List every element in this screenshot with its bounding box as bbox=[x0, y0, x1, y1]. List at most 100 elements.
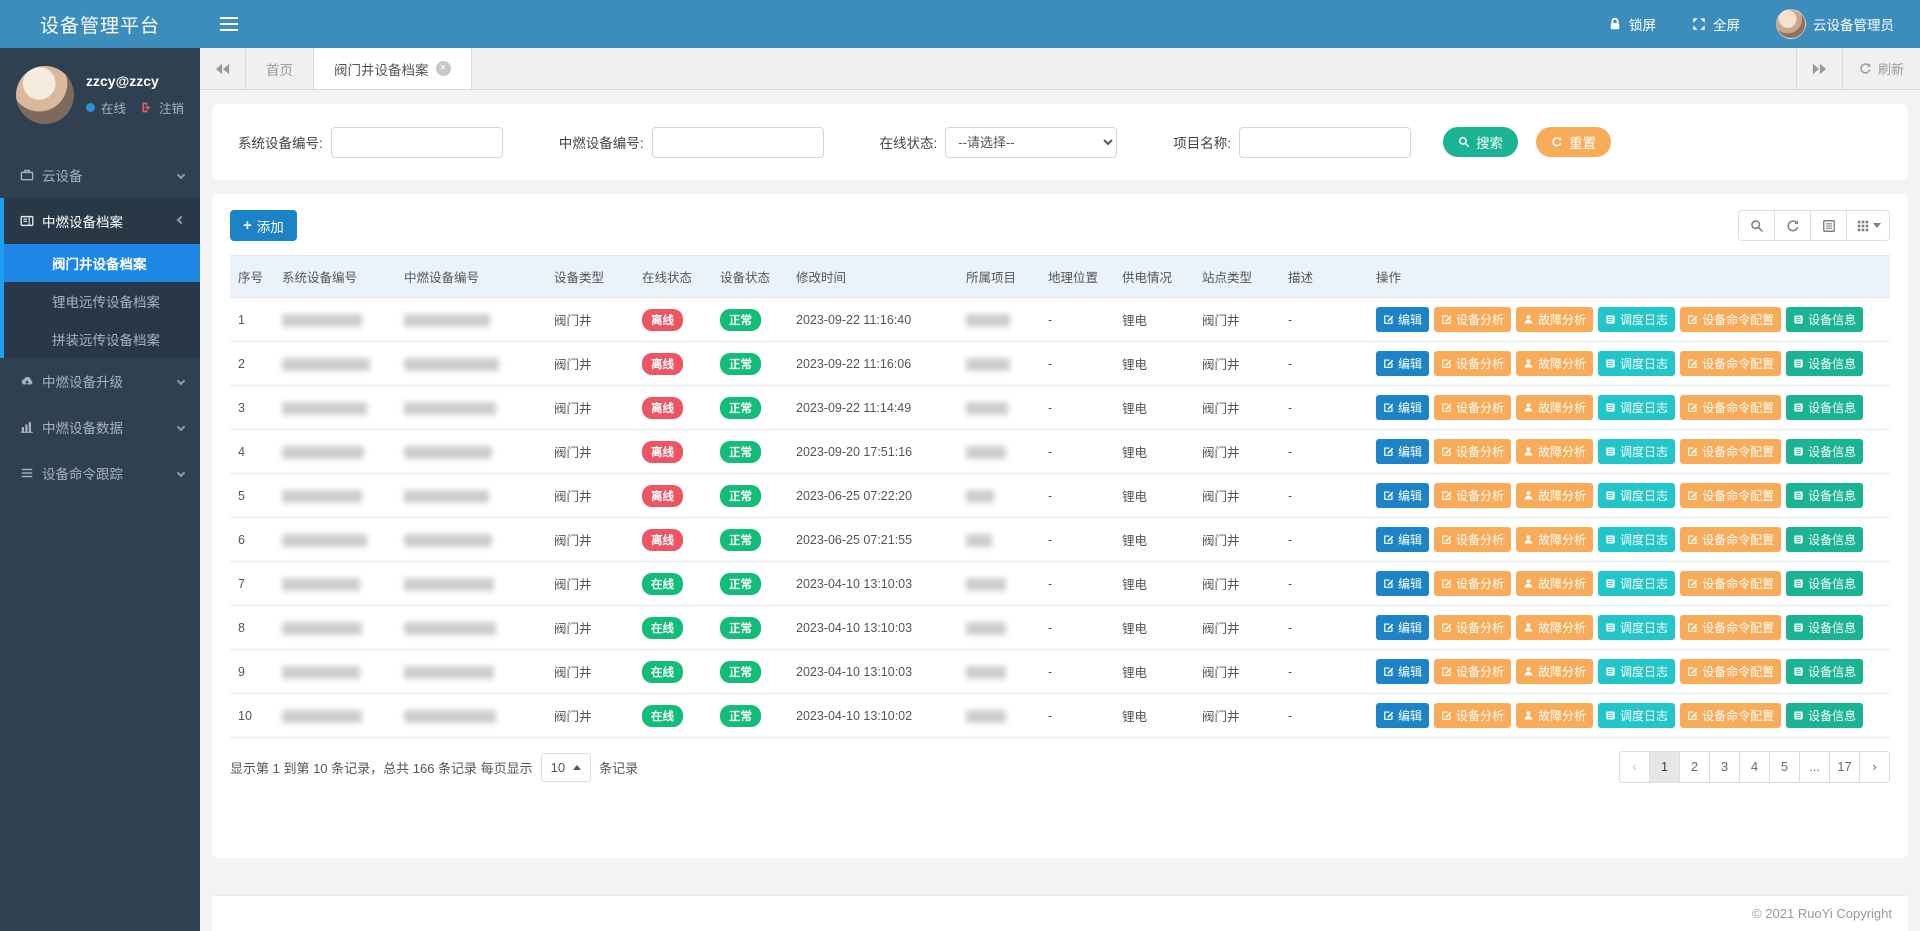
故障分析-button[interactable]: 故障分析 bbox=[1516, 703, 1593, 728]
设备信息-button[interactable]: 设备信息 bbox=[1786, 571, 1863, 596]
设备分析-button[interactable]: 设备分析 bbox=[1434, 439, 1511, 464]
sidebar-item-command-tracking[interactable]: 设备命令跟踪 bbox=[0, 450, 200, 496]
设备命令配置-button[interactable]: 设备命令配置 bbox=[1680, 615, 1781, 640]
设备分析-button[interactable]: 设备分析 bbox=[1434, 307, 1511, 332]
编辑-button[interactable]: 编辑 bbox=[1376, 351, 1429, 376]
故障分析-button[interactable]: 故障分析 bbox=[1516, 483, 1593, 508]
search-button[interactable]: 搜索 bbox=[1443, 127, 1518, 157]
设备信息-button[interactable]: 设备信息 bbox=[1786, 395, 1863, 420]
project-name-input[interactable] bbox=[1239, 127, 1411, 158]
故障分析-button[interactable]: 故障分析 bbox=[1516, 527, 1593, 552]
next-page-button[interactable]: › bbox=[1859, 751, 1890, 783]
设备命令配置-button[interactable]: 设备命令配置 bbox=[1680, 703, 1781, 728]
调度日志-button[interactable]: 调度日志 bbox=[1598, 703, 1675, 728]
设备分析-button[interactable]: 设备分析 bbox=[1434, 615, 1511, 640]
prev-page-button[interactable]: ‹ bbox=[1619, 751, 1650, 783]
设备命令配置-button[interactable]: 设备命令配置 bbox=[1680, 395, 1781, 420]
tab-close-icon[interactable]: × bbox=[436, 61, 451, 76]
设备分析-button[interactable]: 设备分析 bbox=[1434, 571, 1511, 596]
sidebar-item-lithium-remote-archive[interactable]: 锂电远传设备档案 bbox=[4, 282, 200, 320]
设备命令配置-button[interactable]: 设备命令配置 bbox=[1680, 571, 1781, 596]
lock-screen-button[interactable]: 锁屏 bbox=[1608, 14, 1656, 34]
zr-device-no-input[interactable] bbox=[652, 127, 824, 158]
设备命令配置-button[interactable]: 设备命令配置 bbox=[1680, 439, 1781, 464]
refresh-tab-button[interactable]: 刷新 bbox=[1842, 48, 1920, 89]
fullscreen-button[interactable]: 全屏 bbox=[1692, 14, 1740, 34]
tabs-backward-button[interactable] bbox=[200, 48, 246, 89]
编辑-button[interactable]: 编辑 bbox=[1376, 659, 1429, 684]
故障分析-button[interactable]: 故障分析 bbox=[1516, 307, 1593, 332]
编辑-button[interactable]: 编辑 bbox=[1376, 307, 1429, 332]
设备命令配置-button[interactable]: 设备命令配置 bbox=[1680, 483, 1781, 508]
logout-link[interactable]: 注销 bbox=[159, 98, 184, 117]
设备信息-button[interactable]: 设备信息 bbox=[1786, 703, 1863, 728]
show-search-button[interactable] bbox=[1738, 210, 1775, 241]
设备信息-button[interactable]: 设备信息 bbox=[1786, 527, 1863, 552]
online-state-select[interactable]: --请选择-- bbox=[945, 127, 1117, 158]
add-button[interactable]: + 添加 bbox=[230, 210, 297, 241]
调度日志-button[interactable]: 调度日志 bbox=[1598, 571, 1675, 596]
sidebar-item-assembled-remote-archive[interactable]: 拼装远传设备档案 bbox=[4, 320, 200, 358]
sidebar-item-device-archive[interactable]: 中燃设备档案 bbox=[4, 198, 200, 244]
编辑-button[interactable]: 编辑 bbox=[1376, 483, 1429, 508]
故障分析-button[interactable]: 故障分析 bbox=[1516, 659, 1593, 684]
detail-view-button[interactable] bbox=[1810, 210, 1847, 241]
编辑-button[interactable]: 编辑 bbox=[1376, 395, 1429, 420]
page-button-17[interactable]: 17 bbox=[1829, 751, 1860, 783]
sidebar-item-valve-well-archive[interactable]: 阀门井设备档案 bbox=[4, 244, 200, 282]
reset-button[interactable]: 重置 bbox=[1536, 127, 1611, 157]
tab-home[interactable]: 首页 bbox=[246, 48, 314, 89]
page-button-1[interactable]: 1 bbox=[1649, 751, 1680, 783]
page-button-3[interactable]: 3 bbox=[1709, 751, 1740, 783]
tab-valve-well-archive[interactable]: 阀门井设备档案 × bbox=[314, 48, 472, 89]
设备命令配置-button[interactable]: 设备命令配置 bbox=[1680, 351, 1781, 376]
user-menu[interactable]: 云设备管理员 bbox=[1776, 9, 1894, 39]
page-button-2[interactable]: 2 bbox=[1679, 751, 1710, 783]
page-button-5[interactable]: 5 bbox=[1769, 751, 1800, 783]
columns-button[interactable] bbox=[1846, 210, 1890, 241]
故障分析-button[interactable]: 故障分析 bbox=[1516, 351, 1593, 376]
sidebar-toggle-button[interactable] bbox=[200, 13, 258, 35]
调度日志-button[interactable]: 调度日志 bbox=[1598, 483, 1675, 508]
设备命令配置-button[interactable]: 设备命令配置 bbox=[1680, 307, 1781, 332]
设备信息-button[interactable]: 设备信息 bbox=[1786, 439, 1863, 464]
sidebar-item-device-upgrade[interactable]: 中燃设备升级 bbox=[0, 358, 200, 404]
设备分析-button[interactable]: 设备分析 bbox=[1434, 659, 1511, 684]
调度日志-button[interactable]: 调度日志 bbox=[1598, 307, 1675, 332]
avatar[interactable] bbox=[16, 66, 74, 124]
故障分析-button[interactable]: 故障分析 bbox=[1516, 439, 1593, 464]
调度日志-button[interactable]: 调度日志 bbox=[1598, 659, 1675, 684]
page-button-4[interactable]: 4 bbox=[1739, 751, 1770, 783]
调度日志-button[interactable]: 调度日志 bbox=[1598, 615, 1675, 640]
编辑-button[interactable]: 编辑 bbox=[1376, 439, 1429, 464]
故障分析-button[interactable]: 故障分析 bbox=[1516, 615, 1593, 640]
编辑-button[interactable]: 编辑 bbox=[1376, 615, 1429, 640]
设备分析-button[interactable]: 设备分析 bbox=[1434, 351, 1511, 376]
设备分析-button[interactable]: 设备分析 bbox=[1434, 395, 1511, 420]
编辑-button[interactable]: 编辑 bbox=[1376, 527, 1429, 552]
设备信息-button[interactable]: 设备信息 bbox=[1786, 351, 1863, 376]
设备信息-button[interactable]: 设备信息 bbox=[1786, 659, 1863, 684]
调度日志-button[interactable]: 调度日志 bbox=[1598, 527, 1675, 552]
sidebar-item-cloud-device[interactable]: 云设备 bbox=[0, 152, 200, 198]
调度日志-button[interactable]: 调度日志 bbox=[1598, 351, 1675, 376]
system-device-no-input[interactable] bbox=[331, 127, 503, 158]
设备分析-button[interactable]: 设备分析 bbox=[1434, 703, 1511, 728]
设备分析-button[interactable]: 设备分析 bbox=[1434, 483, 1511, 508]
编辑-button[interactable]: 编辑 bbox=[1376, 703, 1429, 728]
设备命令配置-button[interactable]: 设备命令配置 bbox=[1680, 659, 1781, 684]
设备信息-button[interactable]: 设备信息 bbox=[1786, 307, 1863, 332]
refresh-table-button[interactable] bbox=[1774, 210, 1811, 241]
故障分析-button[interactable]: 故障分析 bbox=[1516, 571, 1593, 596]
调度日志-button[interactable]: 调度日志 bbox=[1598, 439, 1675, 464]
tabs-forward-button[interactable] bbox=[1796, 48, 1842, 89]
page-size-dropdown[interactable]: 10 bbox=[541, 753, 591, 782]
设备分析-button[interactable]: 设备分析 bbox=[1434, 527, 1511, 552]
设备命令配置-button[interactable]: 设备命令配置 bbox=[1680, 527, 1781, 552]
故障分析-button[interactable]: 故障分析 bbox=[1516, 395, 1593, 420]
设备信息-button[interactable]: 设备信息 bbox=[1786, 615, 1863, 640]
设备信息-button[interactable]: 设备信息 bbox=[1786, 483, 1863, 508]
编辑-button[interactable]: 编辑 bbox=[1376, 571, 1429, 596]
调度日志-button[interactable]: 调度日志 bbox=[1598, 395, 1675, 420]
sidebar-item-device-data[interactable]: 中燃设备数据 bbox=[0, 404, 200, 450]
